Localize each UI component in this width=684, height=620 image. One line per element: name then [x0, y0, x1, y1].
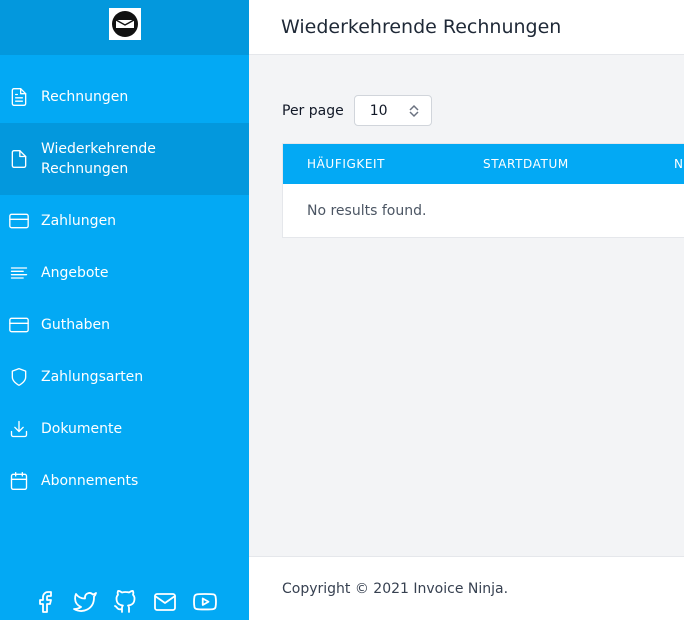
file-text-icon — [9, 87, 29, 107]
twitter-icon[interactable] — [72, 590, 97, 614]
copyright-text: Copyright © 2021 Invoice Ninja. — [282, 580, 509, 597]
column-header-next[interactable]: N — [674, 144, 684, 184]
sidebar-nav: Rechnungen Wiederkehrende Rechnungen Zah… — [0, 71, 249, 507]
sidebar-item-rechnungen[interactable]: Rechnungen — [0, 71, 249, 123]
sidebar-item-label: Rechnungen — [41, 89, 129, 105]
youtube-icon[interactable] — [192, 590, 217, 614]
sidebar: Rechnungen Wiederkehrende Rechnungen Zah… — [0, 0, 249, 620]
sidebar-item-label: Zahlungsarten — [41, 369, 144, 385]
sidebar-item-label: Zahlungen — [41, 213, 117, 229]
logo[interactable] — [108, 7, 141, 40]
invoice-ninja-logo-icon — [111, 10, 138, 37]
sidebar-item-label: Wiederkehrende Rechnungen — [41, 141, 156, 177]
sidebar-item-label: Abonnements — [41, 473, 139, 489]
sidebar-item-dokumente[interactable]: Dokumente — [0, 403, 249, 455]
empty-state-text: No results found. — [307, 202, 427, 219]
social-links — [0, 590, 249, 614]
recurring-invoices-table: HÄUFIGKEIT STARTDATUM N No results found… — [282, 143, 684, 238]
per-page-value: 10 — [369, 102, 388, 119]
sidebar-item-angebote[interactable]: Angebote — [0, 247, 249, 299]
facebook-icon[interactable] — [33, 590, 57, 614]
sidebar-item-abonnements[interactable]: Abonnements — [0, 455, 249, 507]
sidebar-item-zahlungsarten[interactable]: Zahlungsarten — [0, 351, 249, 403]
footer: Copyright © 2021 Invoice Ninja. — [249, 556, 684, 620]
sidebar-item-label: Dokumente — [41, 421, 123, 437]
sidebar-item-label: Angebote — [41, 265, 109, 281]
per-page-label: Per page — [282, 102, 344, 119]
credit-card-icon — [9, 211, 29, 231]
per-page-select[interactable]: 10 — [353, 95, 432, 126]
credit-card-icon — [9, 315, 29, 335]
align-left-icon — [9, 263, 29, 283]
sidebar-header — [0, 0, 249, 55]
sidebar-item-label: Guthaben — [41, 317, 111, 333]
sidebar-item-zahlungen[interactable]: Zahlungen — [0, 195, 249, 247]
sidebar-item-guthaben[interactable]: Guthaben — [0, 299, 249, 351]
per-page-control: Per page 10 — [282, 95, 432, 126]
shield-icon — [9, 367, 29, 387]
page-title: Wiederkehrende Rechnungen — [281, 16, 562, 38]
table-header: HÄUFIGKEIT STARTDATUM N — [283, 144, 684, 184]
github-icon[interactable] — [113, 590, 137, 614]
column-header-haeufigkeit[interactable]: HÄUFIGKEIT — [307, 144, 385, 184]
column-header-startdatum[interactable]: STARTDATUM — [483, 144, 569, 184]
download-icon — [9, 419, 29, 439]
calendar-icon — [9, 471, 29, 491]
selector-icon — [409, 104, 419, 118]
table-row: No results found. — [283, 184, 684, 237]
top-bar: Wiederkehrende Rechnungen — [249, 0, 684, 55]
mail-icon[interactable] — [153, 590, 177, 614]
file-icon — [9, 149, 29, 169]
sidebar-item-wiederkehrende-rechnungen[interactable]: Wiederkehrende Rechnungen — [0, 123, 249, 195]
